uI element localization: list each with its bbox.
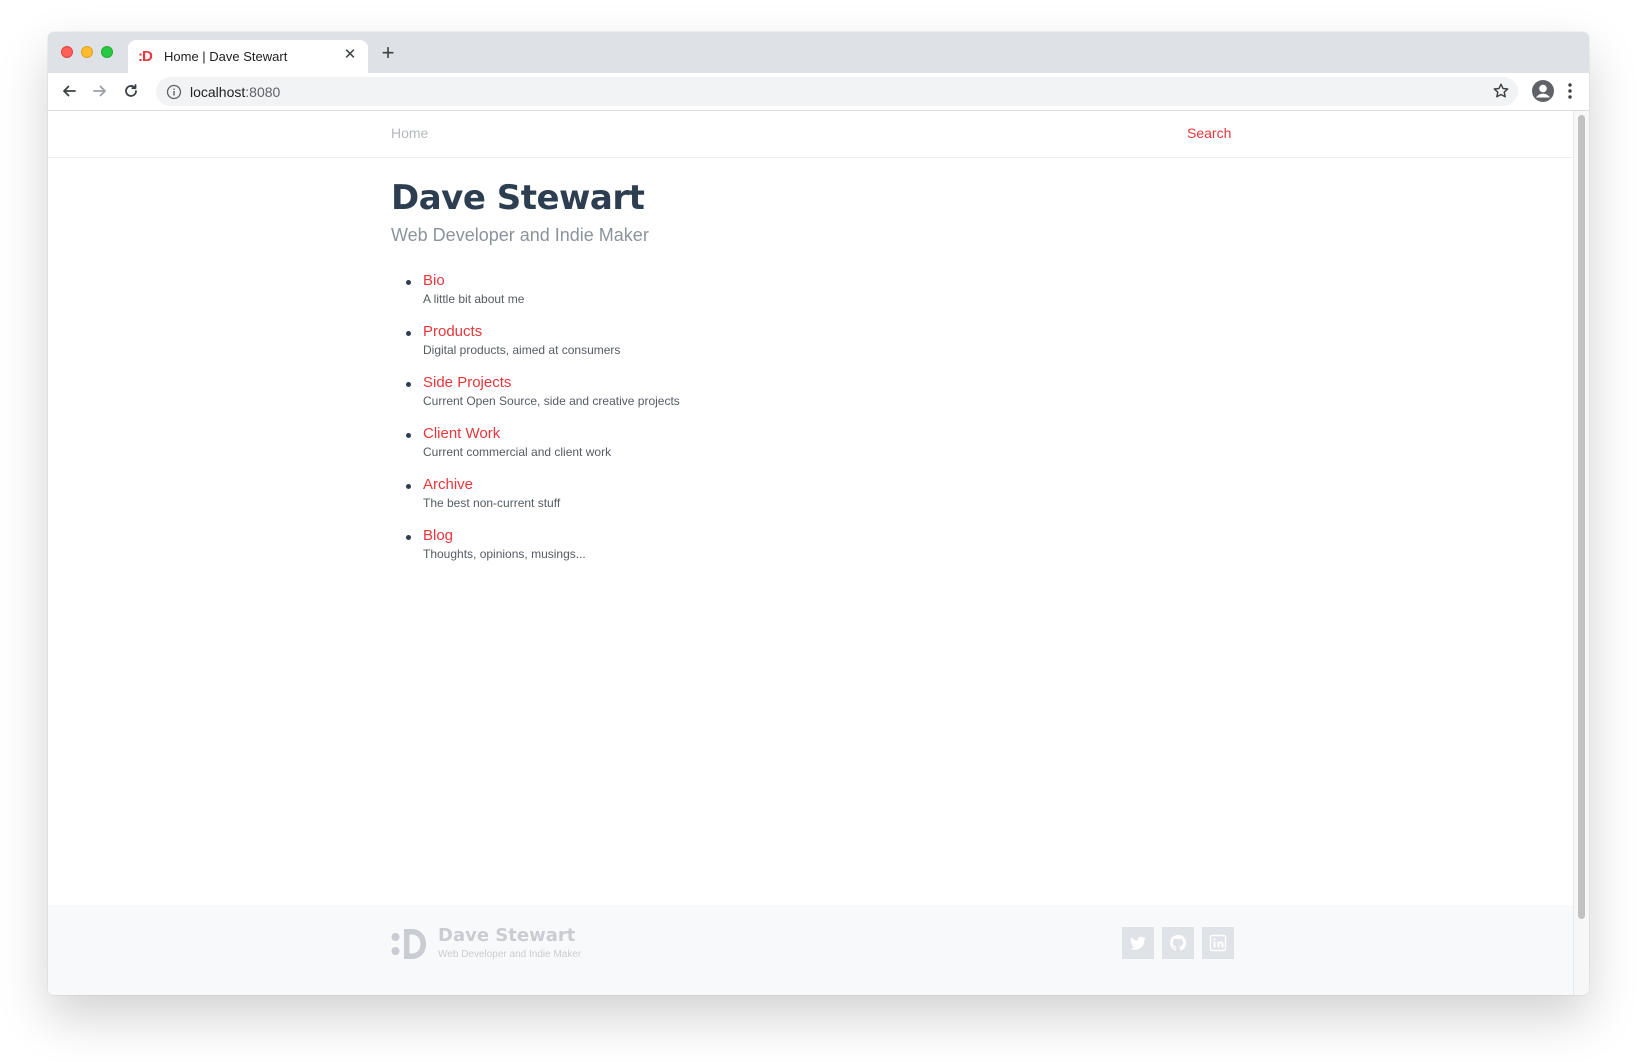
page-viewport: Home Search Dave Stewart Web Developer a…: [48, 111, 1573, 995]
github-icon: [1169, 934, 1187, 951]
bullet-icon: [406, 433, 411, 438]
section-description: The best non-current stuff: [423, 496, 561, 510]
footer-tagline: Web Developer and Indie Maker: [438, 949, 582, 960]
bullet-icon: [406, 280, 411, 285]
page-subtitle: Web Developer and Indie Maker: [391, 225, 649, 245]
profile-avatar-icon[interactable]: [1531, 79, 1555, 103]
site-logo-icon[interactable]: [391, 927, 431, 961]
footer-name: Dave Stewart: [438, 925, 576, 946]
bullet-icon: [406, 484, 411, 489]
reload-button[interactable]: [120, 80, 142, 102]
section-description: Digital products, aimed at consumers: [423, 343, 621, 357]
page-scrollbar[interactable]: [1573, 111, 1589, 995]
window-minimize-button[interactable]: [81, 46, 93, 58]
linkedin-button[interactable]: [1202, 927, 1234, 959]
tab-close-icon[interactable]: ✕: [342, 47, 358, 63]
bookmark-star-icon[interactable]: [1492, 82, 1510, 100]
arrow-left-icon: [63, 85, 76, 97]
forward-button[interactable]: [89, 80, 111, 102]
scrollbar-thumb[interactable]: [1578, 115, 1585, 919]
site-favicon-icon: :D: [138, 48, 153, 65]
arrow-right-icon: [93, 85, 106, 97]
linkedin-icon: [1209, 934, 1227, 952]
section-link-bio[interactable]: Bio: [423, 271, 680, 290]
nav-search-link[interactable]: Search: [1187, 125, 1231, 141]
list-item: Bio A little bit about me: [391, 271, 680, 322]
new-tab-button[interactable]: +: [378, 42, 398, 64]
section-link-products[interactable]: Products: [423, 322, 680, 341]
url-host: localhost: [190, 84, 246, 100]
site-footer: Dave Stewart Web Developer and Indie Mak…: [48, 905, 1573, 995]
url-port: :8080: [245, 84, 281, 100]
list-item: Products Digital products, aimed at cons…: [391, 322, 680, 373]
tab-title: Home | Dave Stewart: [164, 49, 288, 64]
section-list: Bio A little bit about me Products Digit…: [391, 271, 680, 577]
page-title: Dave Stewart: [391, 178, 645, 218]
section-description: Thoughts, opinions, musings...: [423, 547, 586, 561]
section-link-side-projects[interactable]: Side Projects: [423, 373, 680, 392]
bullet-icon: [406, 382, 411, 387]
nav-home-link[interactable]: Home: [391, 125, 428, 141]
tab-strip: :D Home | Dave Stewart ✕ +: [48, 32, 1589, 73]
reload-icon: [125, 84, 137, 97]
window-close-button[interactable]: [61, 46, 73, 58]
browser-menu-icon[interactable]: [1564, 80, 1576, 102]
site-header-nav: Home Search: [48, 111, 1573, 158]
browser-window: :D Home | Dave Stewart ✕ + localhost:808…: [48, 32, 1589, 995]
list-item: Client Work Current commercial and clien…: [391, 424, 680, 475]
address-bar[interactable]: localhost:8080: [156, 77, 1518, 106]
info-icon[interactable]: [166, 84, 182, 100]
section-description: A little bit about me: [423, 292, 525, 306]
browser-toolbar: localhost:8080: [48, 73, 1589, 111]
twitter-icon: [1130, 936, 1146, 950]
github-button[interactable]: [1162, 927, 1194, 959]
list-item: Archive The best non-current stuff: [391, 475, 680, 526]
section-link-archive[interactable]: Archive: [423, 475, 680, 494]
section-link-client-work[interactable]: Client Work: [423, 424, 680, 443]
window-maximize-button[interactable]: [101, 46, 113, 58]
bullet-icon: [406, 535, 411, 540]
twitter-button[interactable]: [1122, 927, 1154, 959]
section-description: Current commercial and client work: [423, 445, 612, 459]
section-description: Current Open Source, side and creative p…: [423, 394, 680, 408]
tab-home[interactable]: :D Home | Dave Stewart ✕: [128, 40, 368, 73]
section-link-blog[interactable]: Blog: [423, 526, 680, 545]
back-button[interactable]: [58, 80, 80, 102]
bullet-icon: [406, 331, 411, 336]
list-item: Side Projects Current Open Source, side …: [391, 373, 680, 424]
url-text: localhost:8080: [190, 84, 280, 100]
list-item: Blog Thoughts, opinions, musings...: [391, 526, 680, 577]
